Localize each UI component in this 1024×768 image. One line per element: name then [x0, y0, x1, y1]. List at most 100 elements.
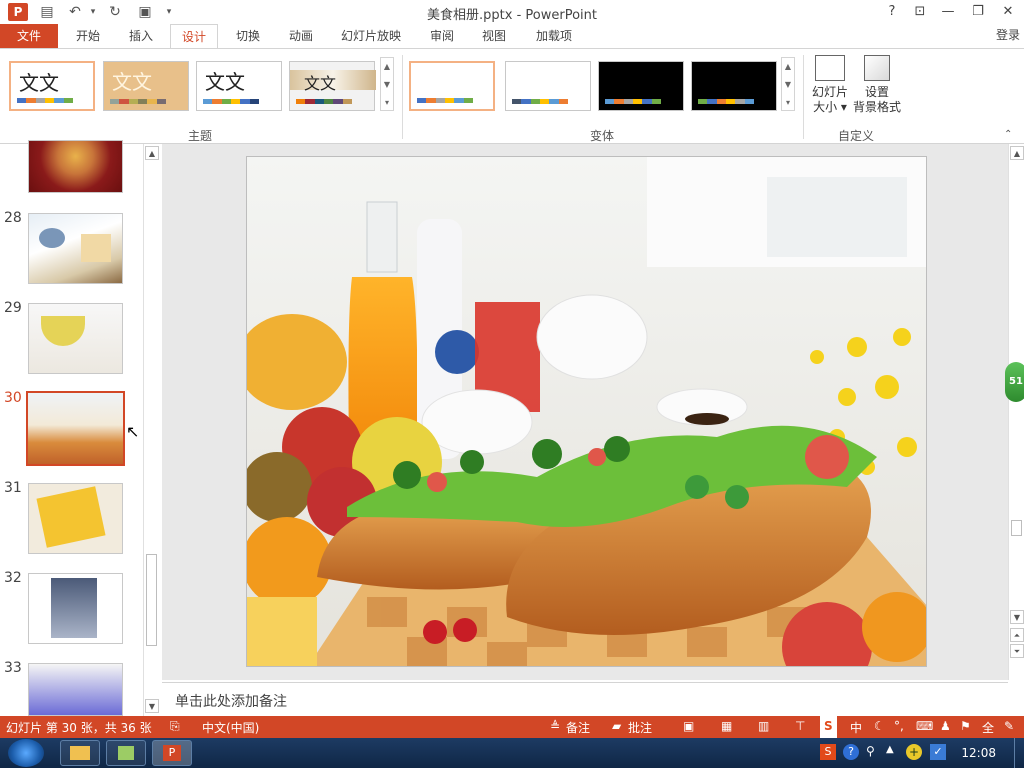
normal-view-icon[interactable]: ▣: [683, 719, 694, 733]
variant-colors: [512, 99, 568, 104]
variant-3[interactable]: [598, 61, 684, 111]
theme-office[interactable]: 文文: [9, 61, 95, 111]
notes-toggle-label[interactable]: 备注: [566, 719, 590, 736]
variant-2[interactable]: [505, 61, 591, 111]
thumbnail-slide-27[interactable]: [28, 140, 123, 193]
tab-review[interactable]: 审阅: [420, 24, 464, 48]
tab-slideshow[interactable]: 幻灯片放映: [334, 24, 408, 48]
scroll-down-icon[interactable]: ▼: [782, 76, 794, 94]
ime-keyboard-icon[interactable]: ⌨: [916, 719, 933, 733]
thumbnail-slide-30[interactable]: [26, 391, 125, 466]
scroll-thumb[interactable]: [146, 554, 157, 646]
tray-help-icon[interactable]: ?: [843, 744, 859, 760]
taskbar-explorer-icon[interactable]: [60, 740, 100, 766]
tab-design[interactable]: 设计: [170, 24, 218, 49]
tab-file[interactable]: 文件: [0, 24, 58, 48]
ime-moon-icon[interactable]: ☾: [874, 719, 885, 733]
collapse-ribbon-icon[interactable]: ⌃: [1004, 129, 1012, 140]
scroll-up-icon[interactable]: ▲: [145, 146, 159, 160]
format-background-label-1: 设置: [864, 85, 889, 99]
maximize-button[interactable]: ❐: [964, 2, 992, 22]
next-slide-icon[interactable]: ⏷: [1010, 644, 1024, 658]
tray-plus-icon[interactable]: +: [906, 744, 922, 760]
comments-icon[interactable]: ▰: [612, 719, 621, 733]
tab-home[interactable]: 开始: [66, 24, 110, 48]
ime-punctuation-icon[interactable]: °,: [894, 719, 904, 733]
tab-view[interactable]: 视图: [472, 24, 516, 48]
variant-4[interactable]: [691, 61, 777, 111]
ime-user-icon[interactable]: ♟: [940, 719, 951, 733]
floating-badge[interactable]: 51: [1005, 362, 1024, 402]
reading-view-icon[interactable]: ▥: [758, 719, 769, 733]
language-status[interactable]: 中文(中国): [202, 719, 259, 736]
theme-banded[interactable]: 文文: [289, 61, 376, 111]
show-desktop-button[interactable]: [1014, 738, 1024, 768]
thumbnail-number: 32: [4, 570, 22, 586]
scroll-up-icon[interactable]: ▲: [381, 58, 393, 76]
login-link[interactable]: 登录: [996, 26, 1020, 43]
close-button[interactable]: ✕: [994, 2, 1022, 22]
variant-1[interactable]: [409, 61, 495, 111]
theme-wood[interactable]: 文文: [103, 61, 189, 111]
tab-transitions[interactable]: 切换: [226, 24, 270, 48]
theme-label: 文文: [304, 74, 337, 93]
slide-sorter-icon[interactable]: ▦: [721, 719, 732, 733]
thumbnail-scrollbar[interactable]: ▲ ▼: [143, 144, 159, 716]
thumbnail-slide-28[interactable]: [28, 213, 123, 284]
ime-settings-icon[interactable]: ✎: [1004, 719, 1014, 733]
comments-label[interactable]: 批注: [628, 719, 652, 736]
format-background-button[interactable]: 设置 背景格式: [851, 55, 903, 125]
theme-ion[interactable]: 文文: [196, 61, 282, 111]
more-icon[interactable]: ▾: [782, 94, 794, 112]
food-photo: [247, 157, 926, 666]
theme-colors: [110, 99, 166, 104]
ime-skin-icon[interactable]: ⚑: [960, 719, 971, 733]
theme-gallery-scroll[interactable]: ▲ ▼ ▾: [380, 57, 394, 111]
scroll-up-icon[interactable]: ▲: [782, 58, 794, 76]
scroll-down-icon[interactable]: ▼: [145, 699, 159, 713]
scroll-up-icon[interactable]: ▲: [1010, 146, 1024, 160]
theme-colors: [203, 99, 259, 104]
previous-slide-icon[interactable]: ⏶: [1010, 628, 1024, 642]
theme-label: 文文: [19, 71, 59, 95]
current-slide[interactable]: [246, 156, 927, 667]
notes-toggle-icon[interactable]: ≜: [550, 719, 560, 733]
ime-full-width-icon[interactable]: 全: [982, 719, 994, 736]
group-label-customize: 自定义: [838, 129, 875, 143]
tab-addins[interactable]: 加载项: [528, 24, 580, 48]
spelling-icon[interactable]: ⎘: [170, 719, 180, 734]
ime-chinese-icon[interactable]: 中: [850, 719, 862, 736]
tray-sogou-icon[interactable]: S: [820, 744, 836, 760]
tab-insert[interactable]: 插入: [119, 24, 163, 48]
start-button-icon[interactable]: [8, 739, 44, 767]
minimize-button[interactable]: —: [934, 2, 962, 22]
slide-size-button[interactable]: 幻灯片 大小 ▾: [810, 55, 850, 125]
slide-number-status[interactable]: 幻灯片 第 30 张，共 36 张: [6, 719, 152, 736]
thumbnail-slide-31[interactable]: [28, 483, 123, 554]
thumbnail-slide-33[interactable]: [28, 663, 123, 716]
notes-pane[interactable]: 单击此处添加备注: [162, 682, 1008, 716]
slide-size-icon: [815, 55, 845, 81]
scroll-down-icon[interactable]: ▼: [381, 76, 393, 94]
tray-shield-icon[interactable]: ✓: [930, 744, 946, 760]
taskbar-powerpoint-icon[interactable]: P: [152, 740, 192, 766]
slideshow-view-icon[interactable]: ⊤: [795, 719, 805, 733]
tray-network-icon[interactable]: ⚲: [866, 744, 875, 758]
status-bar: 幻灯片 第 30 张，共 36 张 ⎘ 中文(中国) ≜ 备注 ▰ 批注 ▣ ▦…: [0, 716, 1024, 738]
scroll-thumb[interactable]: [1011, 520, 1022, 536]
scroll-down-icon[interactable]: ▼: [1010, 610, 1024, 624]
sogou-ime-icon[interactable]: S: [820, 716, 837, 738]
taskbar-app-icon[interactable]: [106, 740, 146, 766]
ribbon-display-button[interactable]: ⊡: [906, 2, 934, 22]
group-label-variants: 变体: [590, 129, 615, 143]
slide-scrollbar[interactable]: ▲ ▼ ⏶ ⏷: [1008, 144, 1024, 680]
more-icon[interactable]: ▾: [381, 94, 393, 112]
taskbar-clock[interactable]: 12:08: [961, 746, 996, 760]
thumbnail-slide-29[interactable]: [28, 303, 123, 374]
thumb-art: [36, 486, 106, 548]
tray-expand-icon[interactable]: ▲: [886, 744, 894, 755]
thumbnail-slide-32[interactable]: [28, 573, 123, 644]
help-button[interactable]: ?: [878, 2, 906, 22]
tab-animations[interactable]: 动画: [279, 24, 323, 48]
variant-gallery-scroll[interactable]: ▲ ▼ ▾: [781, 57, 795, 111]
